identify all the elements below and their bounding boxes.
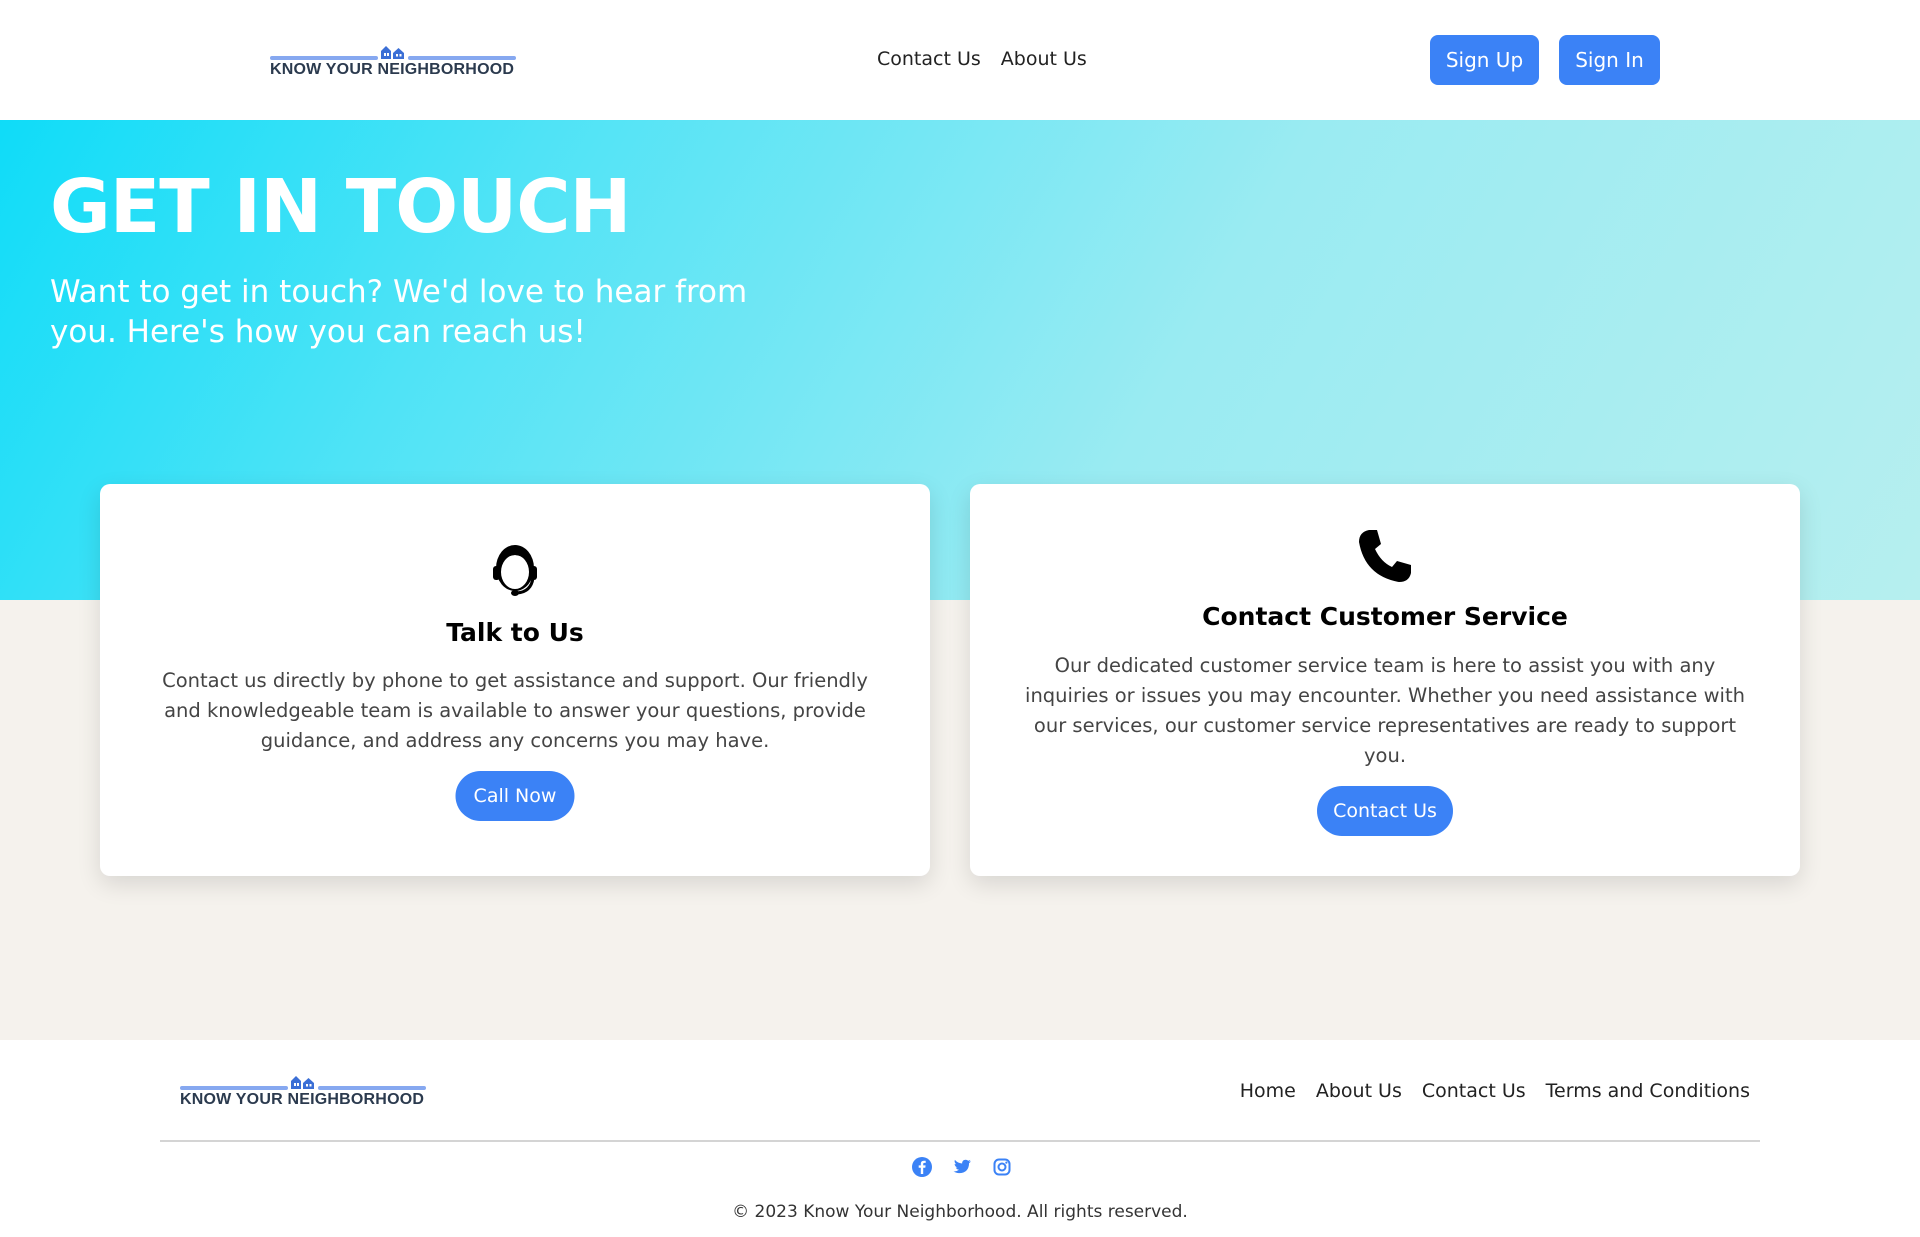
talk-to-us-card: Talk to Us Contact us directly by phone … [100, 484, 930, 876]
logo-text: KNOW YOUR NEIGHBORHOOD [270, 61, 515, 78]
sign-up-button[interactable]: Sign Up [1430, 35, 1539, 85]
main-nav: Contact Us About Us [877, 48, 1087, 70]
card-description: Our dedicated customer service team is h… [1025, 654, 1745, 767]
headset-support-icon [493, 545, 537, 596]
nav-contact-us[interactable]: Contact Us [877, 48, 981, 70]
logo-line-right [318, 1086, 426, 1090]
hero-subtitle: Want to get in touch? We'd love to hear … [50, 274, 748, 350]
site-header: KNOW YOUR NEIGHBORHOOD Contact Us About … [0, 0, 1920, 120]
logo-line-left [180, 1086, 288, 1090]
page-title: GET IN TOUCH [50, 164, 631, 250]
instagram-icon[interactable] [991, 1156, 1013, 1178]
facebook-icon[interactable] [911, 1156, 933, 1178]
houses-icon [381, 46, 404, 59]
footer-link-terms[interactable]: Terms and Conditions [1546, 1080, 1750, 1102]
call-now-button[interactable]: Call Now [455, 771, 575, 821]
phone-icon [1359, 530, 1411, 582]
card-title: Talk to Us [446, 618, 584, 647]
copyright-text: © 2023 Know Your Neighborhood. All right… [732, 1202, 1188, 1222]
nav-about-us[interactable]: About Us [1001, 48, 1087, 70]
footer-link-contact-us[interactable]: Contact Us [1422, 1080, 1526, 1102]
customer-service-card: Contact Customer Service Our dedicated c… [970, 484, 1800, 876]
footer-nav: Home About Us Contact Us Terms and Condi… [1240, 1080, 1750, 1102]
footer-link-home[interactable]: Home [1240, 1080, 1296, 1102]
logo-text: KNOW YOUR NEIGHBORHOOD [180, 1091, 425, 1108]
site-logo[interactable]: KNOW YOUR NEIGHBORHOOD [270, 44, 516, 80]
footer-logo[interactable]: KNOW YOUR NEIGHBORHOOD [180, 1074, 426, 1110]
footer-link-about-us[interactable]: About Us [1316, 1080, 1402, 1102]
sign-in-button[interactable]: Sign In [1559, 35, 1660, 85]
logo-line-left [270, 56, 378, 60]
social-links [911, 1156, 1013, 1178]
card-description: Contact us directly by phone to get assi… [162, 669, 868, 752]
footer-divider [160, 1140, 1760, 1142]
card-title: Contact Customer Service [1202, 602, 1568, 631]
site-footer: KNOW YOUR NEIGHBORHOOD Home About Us Con… [0, 1040, 1920, 1237]
twitter-icon[interactable] [951, 1156, 973, 1178]
houses-icon [291, 1076, 314, 1089]
contact-us-button[interactable]: Contact Us [1317, 786, 1453, 836]
logo-line-right [408, 56, 516, 60]
